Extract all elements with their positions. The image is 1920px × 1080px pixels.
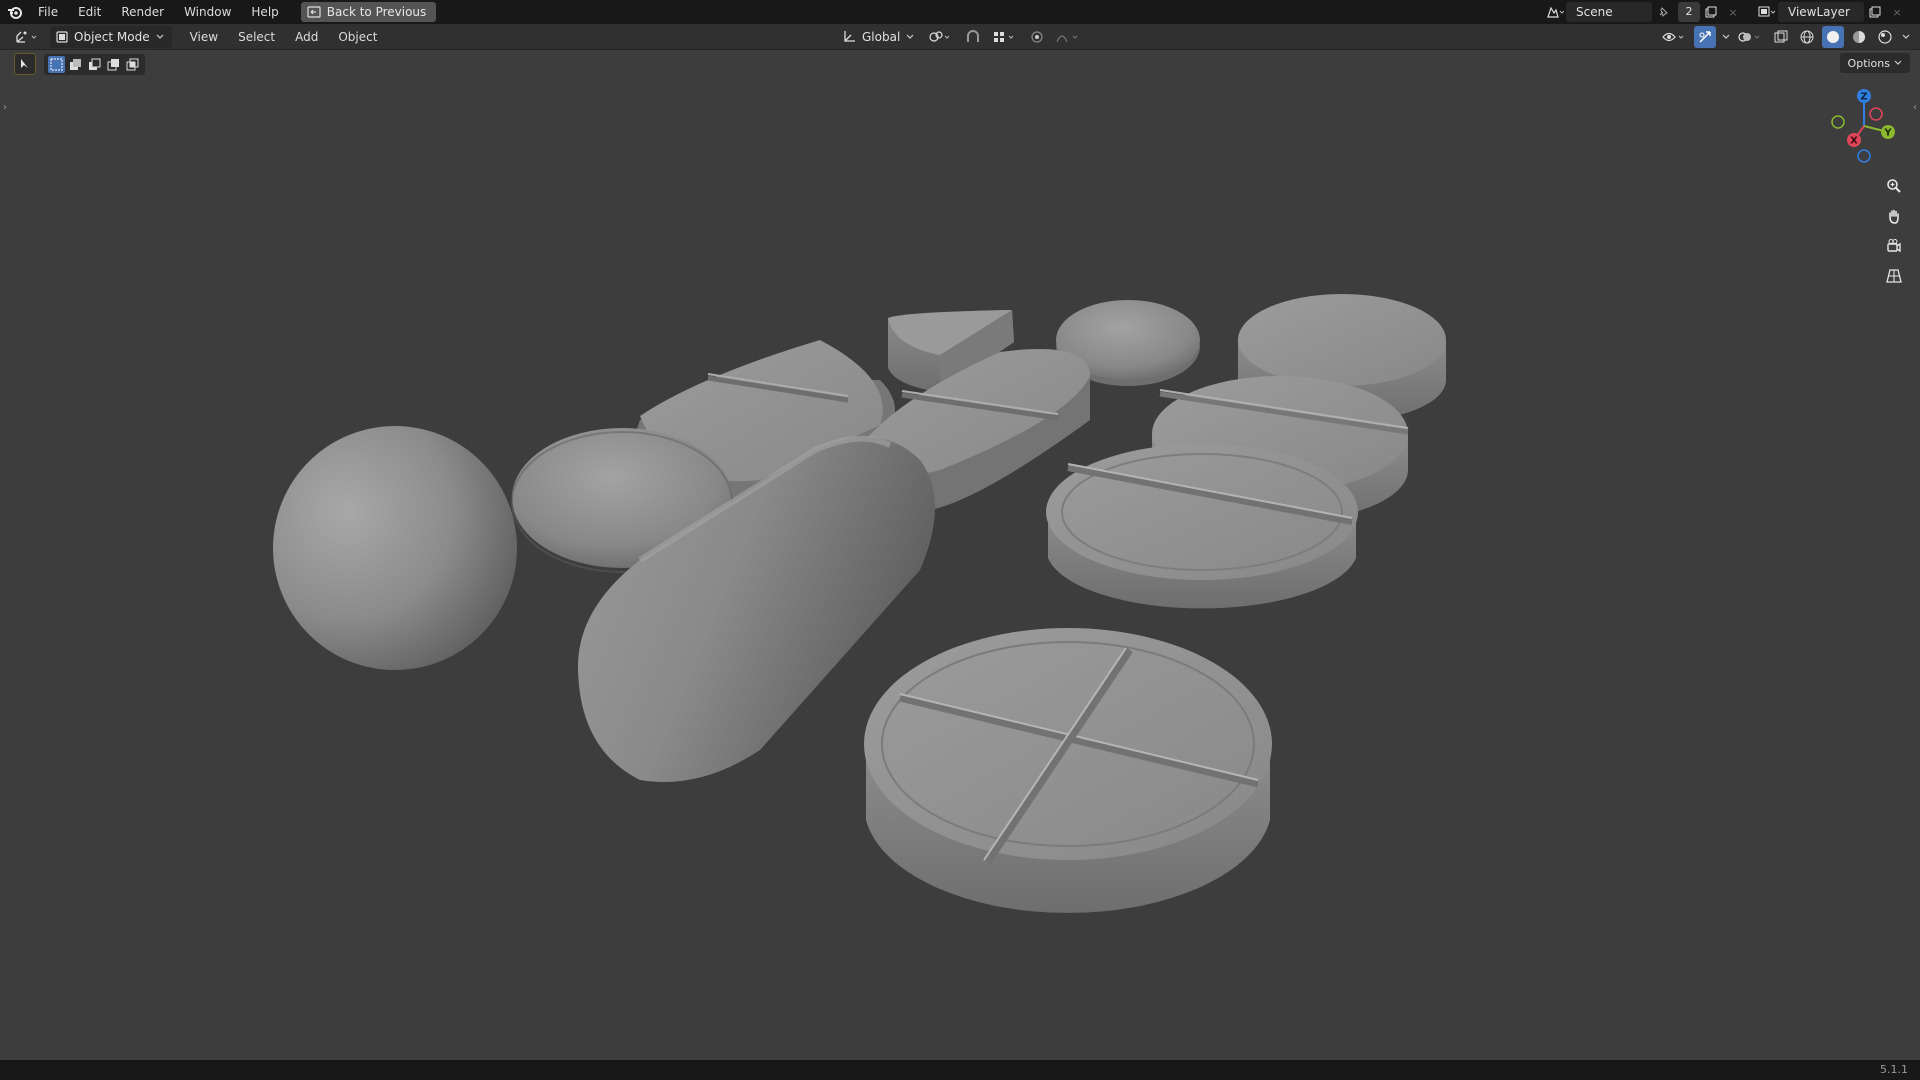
pan-hand-icon[interactable]: [1880, 202, 1908, 230]
status-bar: 5.1.1: [0, 1060, 1920, 1080]
solid-shading-icon[interactable]: [1822, 26, 1844, 48]
visibility-eye-icon[interactable]: [1660, 26, 1690, 48]
selection-modes: [44, 53, 145, 75]
selection-tool-row: [14, 53, 145, 75]
view-layer-name-field[interactable]: ViewLayer: [1778, 2, 1864, 22]
top-menu-bar: File Edit Render Window Help Back to Pre…: [0, 0, 1920, 24]
zoom-icon[interactable]: [1880, 172, 1908, 200]
toolbar-expand-arrow[interactable]: ›: [1, 100, 9, 114]
menu-select[interactable]: Select: [228, 30, 285, 44]
gizmo-toggle-icon[interactable]: [1694, 26, 1716, 48]
back-to-previous-label: Back to Previous: [326, 5, 427, 19]
select-tool-button[interactable]: [14, 53, 36, 75]
scene-name-field[interactable]: Scene: [1566, 2, 1652, 22]
new-scene-icon[interactable]: [1700, 2, 1722, 22]
menu-view[interactable]: View: [180, 30, 228, 44]
scene-browse-icon[interactable]: [1544, 2, 1566, 22]
neg-z-axis-handle[interactable]: [1857, 149, 1871, 163]
sidebar-expand-arrow[interactable]: ‹: [1911, 100, 1919, 114]
shading-options-dropdown-icon[interactable]: [1900, 26, 1912, 48]
y-axis-label: Y: [1883, 128, 1892, 139]
select-intersect-icon[interactable]: [124, 56, 141, 73]
snap-target-icon[interactable]: [990, 26, 1020, 48]
z-axis-label: Z: [1860, 92, 1867, 103]
new-view-layer-icon[interactable]: [1864, 2, 1886, 22]
scored-round-tablet-large-object[interactable]: [1046, 444, 1358, 609]
select-extend-icon[interactable]: [67, 56, 84, 73]
neg-y-axis-handle[interactable]: [1831, 115, 1845, 129]
options-label: Options: [1847, 56, 1890, 70]
neg-x-axis-handle[interactable]: [1869, 107, 1883, 121]
menu-render[interactable]: Render: [111, 0, 174, 24]
blender-logo-icon[interactable]: [2, 0, 28, 24]
rendered-shading-icon[interactable]: [1874, 26, 1896, 48]
select-invert-icon[interactable]: [105, 56, 122, 73]
orientation-label: Global: [862, 30, 901, 44]
perspective-toggle-icon[interactable]: [1880, 262, 1908, 290]
scene-users-count[interactable]: 2: [1678, 2, 1700, 22]
select-subtract-icon[interactable]: [86, 56, 103, 73]
navigation-gizmo[interactable]: Z Y X: [1824, 86, 1904, 166]
wireframe-shading-icon[interactable]: [1796, 26, 1818, 48]
select-new-icon[interactable]: [48, 55, 65, 73]
menu-file[interactable]: File: [28, 0, 68, 24]
snap-toggle-icon[interactable]: [962, 26, 984, 48]
version-label: 5.1.1: [1880, 1063, 1908, 1076]
back-screen-icon: [307, 6, 321, 18]
view-layer-selector: ViewLayer ×: [1756, 2, 1908, 22]
gizmo-dropdown-icon[interactable]: [1720, 26, 1732, 48]
pivot-point-icon[interactable]: [926, 26, 956, 48]
sphere-tablet-object[interactable]: [273, 426, 517, 670]
menu-edit[interactable]: Edit: [68, 0, 111, 24]
viewport-display-tools: [1660, 26, 1912, 48]
orientation-axes-icon: [844, 31, 855, 42]
transform-tools: Global: [836, 26, 1084, 48]
falloff-curve-icon[interactable]: [1054, 26, 1084, 48]
transform-orientation-dropdown[interactable]: Global: [836, 26, 920, 48]
chevron-down-icon: [906, 34, 914, 39]
pin-icon[interactable]: [1652, 2, 1674, 22]
close-view-layer-icon[interactable]: ×: [1886, 2, 1908, 22]
cursor-arrow-icon: [21, 59, 28, 68]
cross-scored-tablet-object[interactable]: [864, 628, 1272, 913]
scene-selector: Scene 2 ×: [1544, 2, 1744, 22]
menu-help[interactable]: Help: [241, 0, 288, 24]
view-layer-browse-icon[interactable]: [1756, 2, 1778, 22]
proportional-editing-icon[interactable]: [1026, 26, 1048, 48]
xray-toggle-icon[interactable]: [1770, 26, 1792, 48]
back-to-previous-button[interactable]: Back to Previous: [300, 2, 437, 22]
viewport-header: Object Mode View Select Add Object Globa…: [0, 24, 1920, 50]
close-scene-icon[interactable]: ×: [1722, 2, 1744, 22]
menu-window[interactable]: Window: [174, 0, 241, 24]
object-mode-label: Object Mode: [74, 29, 150, 44]
chevron-down-icon: [156, 34, 164, 39]
menu-object[interactable]: Object: [328, 30, 387, 44]
object-mode-icon: [56, 30, 68, 43]
menu-add[interactable]: Add: [285, 30, 328, 44]
viewport-canvas[interactable]: [0, 50, 1920, 1060]
x-axis-label: X: [1850, 136, 1858, 147]
object-mode-dropdown[interactable]: Object Mode: [50, 25, 172, 48]
3d-view-icon: [16, 31, 37, 43]
material-preview-shading-icon[interactable]: [1848, 26, 1870, 48]
camera-view-icon[interactable]: [1880, 232, 1908, 260]
chevron-down-icon: [1894, 60, 1902, 65]
overlays-icon[interactable]: [1736, 26, 1766, 48]
options-dropdown[interactable]: Options: [1839, 53, 1910, 73]
editor-type-button[interactable]: [8, 26, 48, 48]
